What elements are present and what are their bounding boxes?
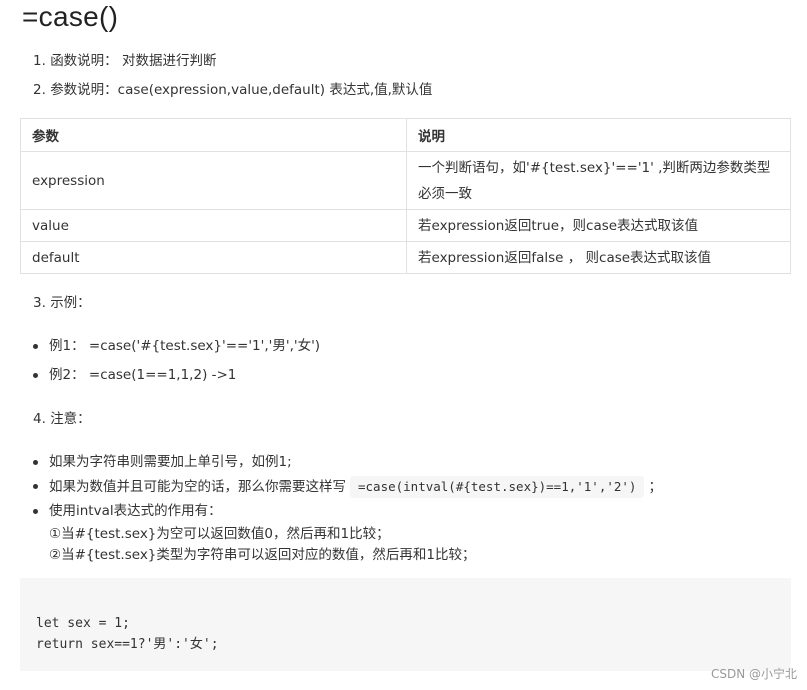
params-table: 参数 说明 expression 一个判断语句，如'#{test.sex}'==… [20, 118, 791, 274]
note-subline: ①当#{test.sex}为空可以返回数值0，然后再和1比较； [49, 526, 390, 542]
table-cell-param: value [20, 209, 407, 242]
code-line: return sex==1?'男':'女'; [36, 637, 219, 652]
table-row: value 若expression返回true，则case表达式取该值 [20, 209, 791, 242]
table-cell-param: expression [20, 151, 407, 210]
desc-line: 必须一致 [418, 185, 472, 202]
section-notes-heading: 4. 注意： [33, 409, 91, 429]
bullet-icon [33, 460, 38, 465]
example-text: =case(1==1,1,2) ->1 [88, 367, 237, 383]
table-cell-desc: 若expression返回true，则case表达式取该值 [406, 209, 791, 242]
list-number: 1. [33, 53, 46, 69]
table-row: expression 一个判断语句，如'#{test.sex}'=='1' ,判… [20, 151, 791, 210]
bullet-icon [33, 344, 38, 349]
list-text: 示例： [50, 295, 91, 311]
table-header-row: 参数 说明 [20, 118, 791, 152]
table-cell-desc: 若expression返回false ， 则case表达式取该值 [406, 241, 791, 274]
inline-code: =case(intval(#{test.sex})==1,'1','2') [350, 476, 645, 498]
note-text: 如果为字符串则需要加上单引号，如例1; [49, 454, 292, 470]
example-label: 例1： [49, 338, 85, 354]
list-item-function-desc: 1. 函数说明： 对数据进行判断 [33, 51, 216, 71]
note-subline: ②当#{test.sex}类型为字符串可以返回对应的数值，然后再和1比较； [49, 547, 476, 563]
table-row: default 若expression返回false ， 则case表达式取该值 [20, 241, 791, 274]
list-item-param-desc: 2. 参数说明：case(expression,value,default) 表… [33, 80, 432, 100]
list-text: 函数说明： 对数据进行判断 [50, 53, 217, 69]
code-block: let sex = 1; return sex==1?'男':'女'; [20, 578, 791, 671]
bullet-icon [33, 484, 38, 489]
page-title: =case() [22, 1, 119, 32]
watermark: CSDN @小宁北 [710, 667, 797, 681]
example-label: 例2： [49, 367, 85, 383]
table-cell-param: default [20, 241, 407, 274]
table-header-param: 参数 [20, 118, 407, 152]
note-text: 使用intval表达式的作用有： [49, 503, 222, 519]
table-header-desc: 说明 [406, 118, 791, 152]
list-number: 3. [33, 295, 46, 311]
list-number: 2. [33, 82, 46, 98]
bullet-icon [33, 373, 38, 378]
list-number: 4. [33, 411, 46, 427]
table-cell-desc: 一个判断语句，如'#{test.sex}'=='1' ,判断两边参数类型 必须一… [406, 151, 791, 210]
note-text: 如果为数值并且可能为空的话，那么你需要这样写 [49, 479, 346, 495]
list-text: 参数说明：case(expression,value,default) 表达式,… [50, 82, 433, 98]
list-text: 注意： [50, 411, 91, 427]
code-line: let sex = 1; [36, 616, 130, 631]
note-text: ； [648, 479, 662, 495]
section-examples-heading: 3. 示例： [33, 293, 91, 313]
example-text: =case('#{test.sex}'=='1','男','女') [88, 338, 321, 354]
bullet-icon [33, 509, 38, 514]
desc-line: 一个判断语句，如'#{test.sex}'=='1' ,判断两边参数类型 [418, 159, 771, 176]
